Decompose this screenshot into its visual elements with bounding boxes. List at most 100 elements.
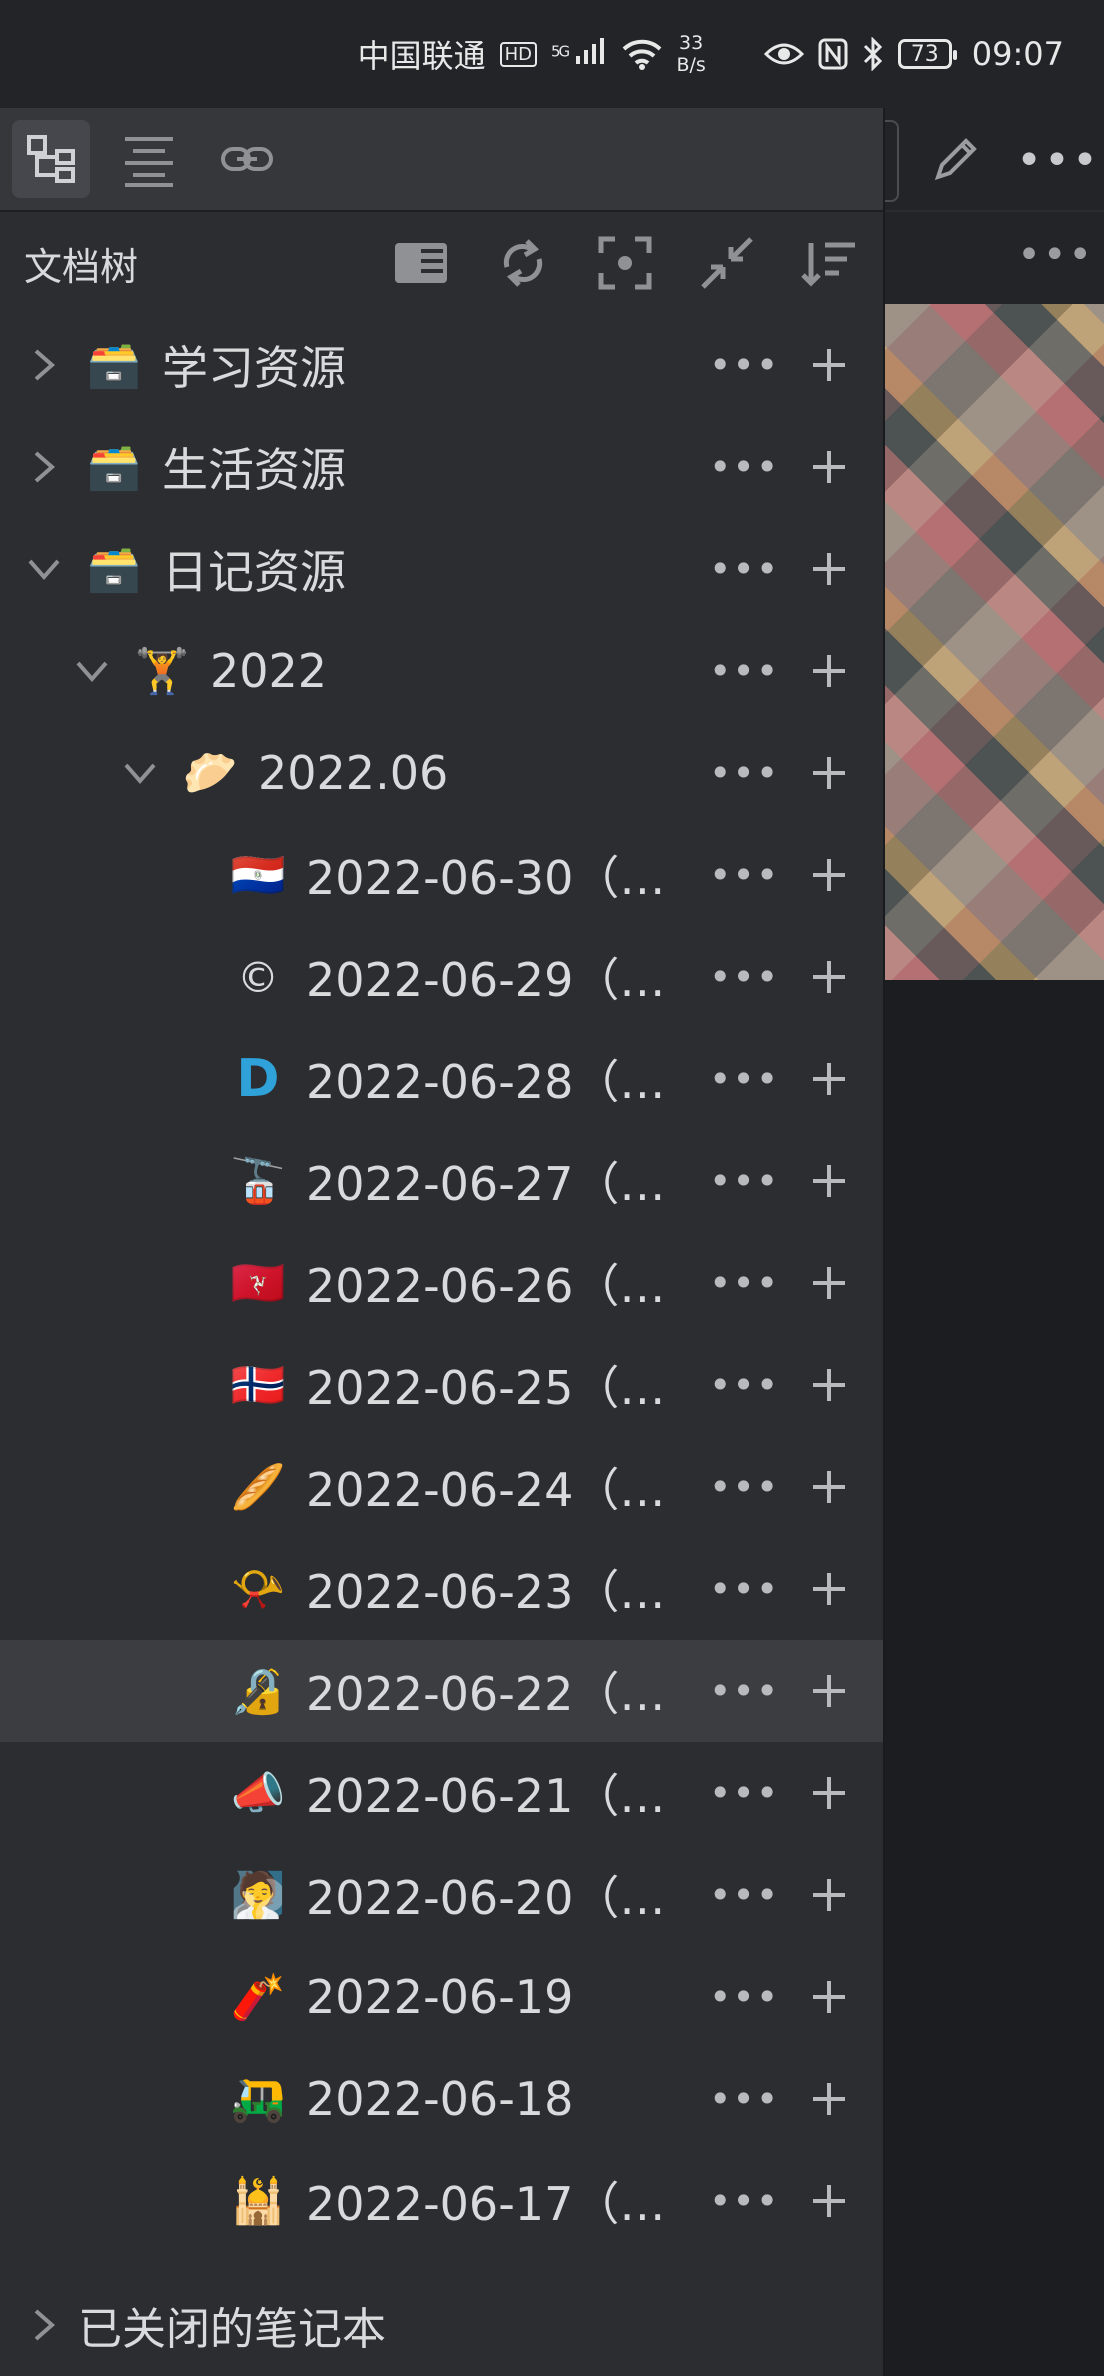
- doc-emoji-icon[interactable]: 🇵🇾: [230, 847, 286, 903]
- more-options-button[interactable]: •••: [709, 1264, 778, 1302]
- tree-item[interactable]: 🇳🇴 2022-06-25（… •••: [0, 1334, 883, 1436]
- doc-emoji-icon[interactable]: 🗃️: [86, 541, 142, 597]
- edit-button[interactable]: [923, 126, 989, 192]
- more-options-button[interactable]: •••: [709, 1468, 778, 1506]
- add-doc-button[interactable]: [805, 1259, 853, 1307]
- tree-item-actions: •••: [709, 518, 853, 620]
- more-options-button[interactable]: •••: [709, 652, 778, 690]
- add-doc-button[interactable]: [805, 953, 853, 1001]
- add-doc-button[interactable]: [805, 1667, 853, 1715]
- file-tree-title: 文档树: [24, 244, 139, 289]
- doc-emoji-icon[interactable]: 🧨: [230, 1969, 286, 2025]
- tree-item-label: 2022-06-20（…: [306, 1871, 666, 1925]
- tree-item[interactable]: 🏋️ 2022 •••: [0, 620, 883, 722]
- more-options-button[interactable]: •••: [709, 2080, 778, 2118]
- tree-item[interactable]: 🥟 2022.06 •••: [0, 722, 883, 824]
- add-doc-button[interactable]: [805, 1769, 853, 1817]
- chevron-down-icon[interactable]: [72, 651, 112, 691]
- more-options-button[interactable]: •••: [709, 856, 778, 894]
- tree-item[interactable]: D 2022-06-28（… •••: [0, 1028, 883, 1130]
- tree-item[interactable]: 🕌 2022-06-17（… •••: [0, 2150, 883, 2252]
- doc-emoji-icon[interactable]: 🇳🇴: [230, 1357, 286, 1413]
- breadcrumb-more-button[interactable]: •••: [1017, 232, 1094, 278]
- tree-item[interactable]: 🗃️ 日记资源 •••: [0, 518, 883, 620]
- chevron-down-icon[interactable]: [24, 549, 64, 589]
- tree-item[interactable]: 📯 2022-06-23（… •••: [0, 1538, 883, 1640]
- tree-item[interactable]: 🇵🇾 2022-06-30（… •••: [0, 824, 883, 926]
- toggle-panel-button[interactable]: [387, 229, 455, 297]
- doc-emoji-icon[interactable]: 🔏: [230, 1663, 286, 1719]
- collapse-all-button[interactable]: [693, 229, 761, 297]
- tree-item-label: 2022-06-23（…: [306, 1565, 666, 1619]
- add-doc-button[interactable]: [805, 1463, 853, 1511]
- more-options-button[interactable]: •••: [709, 1672, 778, 1710]
- add-doc-button[interactable]: [805, 1565, 853, 1613]
- doc-emoji-icon[interactable]: 🛺: [230, 2071, 286, 2127]
- tree-item[interactable]: 🚡 2022-06-27（… •••: [0, 1130, 883, 1232]
- more-options-button[interactable]: •••: [709, 448, 778, 486]
- tree-item-actions: •••: [709, 1640, 853, 1742]
- doc-emoji-icon[interactable]: 🚡: [230, 1153, 286, 1209]
- add-doc-button[interactable]: [805, 341, 853, 389]
- add-doc-button[interactable]: [805, 2075, 853, 2123]
- tree-item[interactable]: 🇮🇲 2022-06-26（… •••: [0, 1232, 883, 1334]
- refresh-button[interactable]: [489, 229, 557, 297]
- closed-notebooks-section[interactable]: 已关闭的笔记本: [0, 2274, 883, 2376]
- tree-item[interactable]: 🧨 2022-06-19 •••: [0, 1946, 883, 2048]
- doc-emoji-icon[interactable]: ©: [230, 949, 286, 1005]
- chevron-right-icon[interactable]: [24, 345, 64, 385]
- focus-button[interactable]: [591, 229, 659, 297]
- more-options-button[interactable]: •••: [709, 958, 778, 996]
- doc-emoji-icon[interactable]: 🕌: [230, 2173, 286, 2229]
- more-options-button[interactable]: •••: [709, 2182, 778, 2220]
- doc-emoji-icon[interactable]: D: [230, 1049, 286, 1109]
- chevron-down-icon[interactable]: [120, 753, 160, 793]
- tab-backlinks[interactable]: [208, 120, 286, 198]
- doc-emoji-icon[interactable]: 📣: [230, 1765, 286, 1821]
- more-options-button[interactable]: •••: [709, 1162, 778, 1200]
- add-doc-button[interactable]: [805, 749, 853, 797]
- add-doc-button[interactable]: [805, 1361, 853, 1409]
- tree-item[interactable]: 🥖 2022-06-24（… •••: [0, 1436, 883, 1538]
- add-doc-button[interactable]: [805, 2177, 853, 2225]
- doc-emoji-icon[interactable]: 🇮🇲: [230, 1255, 286, 1311]
- more-options-button[interactable]: •••: [709, 550, 778, 588]
- tree-item[interactable]: © 2022-06-29（周… •••: [0, 926, 883, 1028]
- link-icon: [221, 147, 273, 171]
- doc-emoji-icon[interactable]: 🗃️: [86, 337, 142, 393]
- doc-emoji-icon[interactable]: 🗃️: [86, 439, 142, 495]
- doc-emoji-icon[interactable]: 🥖: [230, 1459, 286, 1515]
- more-options-button[interactable]: •••: [709, 1060, 778, 1098]
- chevron-right-icon[interactable]: [24, 447, 64, 487]
- doc-emoji-icon[interactable]: 📯: [230, 1561, 286, 1617]
- tree-item[interactable]: 🗃️ 学习资源 •••: [0, 314, 883, 416]
- add-doc-button[interactable]: [805, 851, 853, 899]
- carrier-label: 中国联通: [357, 37, 486, 75]
- tree-item[interactable]: 🛺 2022-06-18 •••: [0, 2048, 883, 2150]
- tree-item[interactable]: 📣 2022-06-21（… •••: [0, 1742, 883, 1844]
- sort-button[interactable]: [795, 229, 863, 297]
- add-doc-button[interactable]: [805, 545, 853, 593]
- doc-emoji-icon[interactable]: 🏋️: [134, 643, 190, 699]
- add-doc-button[interactable]: [805, 1871, 853, 1919]
- add-doc-button[interactable]: [805, 1157, 853, 1205]
- doc-emoji-icon[interactable]: 🧖: [230, 1867, 286, 1923]
- add-doc-button[interactable]: [805, 1055, 853, 1103]
- more-options-button[interactable]: •••: [709, 1876, 778, 1914]
- tree-item[interactable]: 🔏 2022-06-22（… •••: [0, 1640, 883, 1742]
- tree-item[interactable]: 🗃️ 生活资源 •••: [0, 416, 883, 518]
- more-options-button[interactable]: •••: [709, 346, 778, 384]
- more-options-button[interactable]: •••: [709, 754, 778, 792]
- add-doc-button[interactable]: [805, 1973, 853, 2021]
- add-doc-button[interactable]: [805, 443, 853, 491]
- more-options-button[interactable]: •••: [709, 1366, 778, 1404]
- editor-more-button[interactable]: •••: [1016, 132, 1098, 188]
- add-doc-button[interactable]: [805, 647, 853, 695]
- tree-item[interactable]: 🧖 2022-06-20（… •••: [0, 1844, 883, 1946]
- more-options-button[interactable]: •••: [709, 1570, 778, 1608]
- more-options-button[interactable]: •••: [709, 1774, 778, 1812]
- doc-emoji-icon[interactable]: 🥟: [182, 745, 238, 801]
- tab-outline[interactable]: [110, 120, 188, 198]
- more-options-button[interactable]: •••: [709, 1978, 778, 2016]
- tab-file-tree[interactable]: [12, 120, 90, 198]
